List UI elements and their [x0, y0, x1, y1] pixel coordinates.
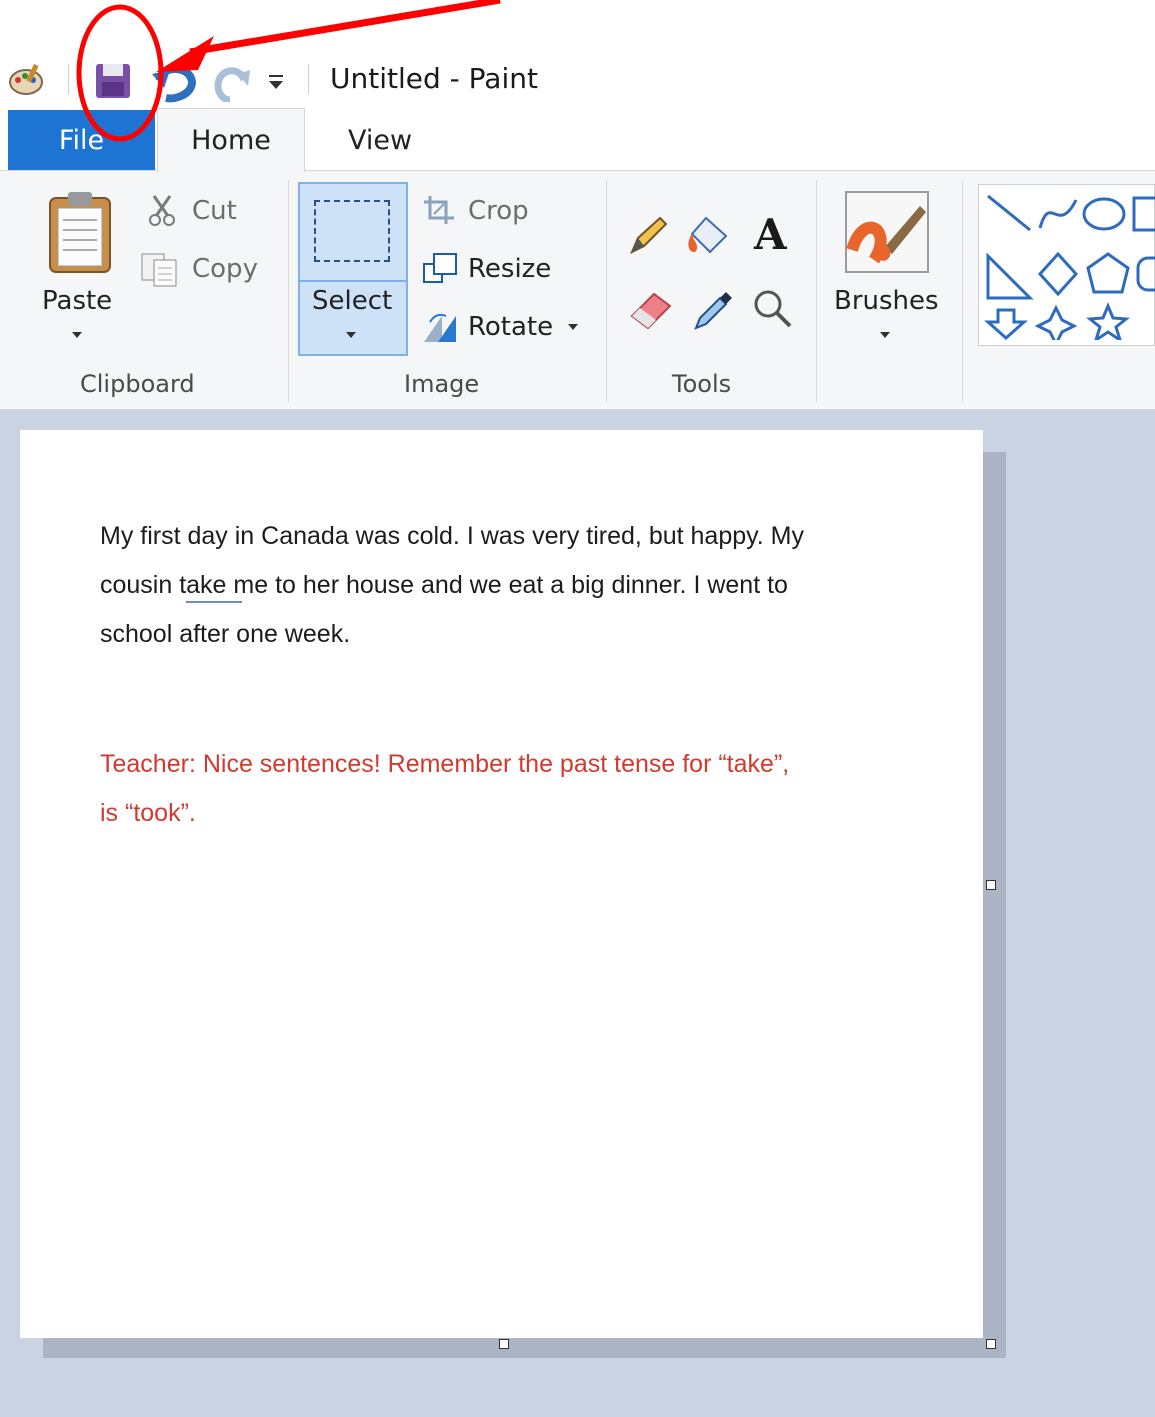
pointer-arrow-line	[189, 0, 501, 56]
brushes-dropdown-arrow[interactable]	[880, 332, 890, 338]
tab-home[interactable]: Home	[157, 108, 305, 172]
brushes-icon[interactable]	[844, 190, 930, 274]
scissors-icon	[149, 195, 175, 226]
rotate-icon	[424, 313, 456, 342]
resize-handle-corner[interactable]	[986, 1339, 996, 1349]
select-icon	[314, 200, 390, 262]
qat-separator	[68, 64, 69, 94]
fill-icon[interactable]	[686, 214, 734, 256]
resize-handle-bottom[interactable]	[499, 1339, 509, 1349]
select-label: Select	[312, 286, 393, 316]
redo-icon[interactable]	[210, 60, 250, 102]
window-title: Untitled - Paint	[330, 62, 538, 95]
customize-quick-access-icon[interactable]	[266, 72, 288, 92]
paste-label[interactable]: Paste	[42, 286, 112, 316]
group-separator	[816, 180, 817, 402]
tools-group-label: Tools	[672, 370, 732, 398]
paste-dropdown-arrow[interactable]	[72, 332, 82, 338]
teacher-comment-line: Teacher: Nice sentences! Remember the pa…	[100, 750, 790, 778]
brushes-label[interactable]: Brushes	[834, 286, 939, 316]
teacher-comment: Teacher: Nice sentences! Remember the pa…	[100, 740, 789, 838]
rotate-button[interactable]: Rotate	[468, 312, 553, 342]
magnifier-icon[interactable]	[752, 288, 794, 330]
teacher-comment-line: is “took”.	[100, 799, 196, 827]
tab-file[interactable]: File	[8, 110, 155, 170]
shapes-gallery-icons[interactable]	[984, 190, 1155, 340]
image-group-label: Image	[404, 370, 480, 398]
title-separator	[308, 64, 309, 94]
pencil-icon[interactable]	[628, 216, 668, 256]
paint-app-icon[interactable]	[8, 62, 44, 96]
resize-button[interactable]: Resize	[468, 254, 551, 284]
copy-icon	[141, 253, 177, 287]
rotate-dropdown-arrow[interactable]	[568, 324, 578, 330]
crop-button[interactable]: Crop	[468, 196, 529, 226]
tab-view[interactable]: View	[330, 110, 430, 170]
select-dropdown-arrow[interactable]	[346, 332, 356, 338]
select-split-line	[298, 280, 408, 282]
group-separator	[606, 180, 607, 402]
eraser-icon[interactable]	[628, 290, 674, 330]
clipboard-group-label: Clipboard	[80, 370, 195, 398]
crop-icon	[424, 196, 454, 224]
grammar-underline	[186, 601, 242, 603]
copy-button[interactable]: Copy	[192, 254, 258, 284]
student-text-line: school after one week.	[100, 620, 351, 648]
cut-button[interactable]: Cut	[192, 196, 237, 226]
resize-handle-right[interactable]	[986, 880, 996, 890]
student-text-line: My first day in Canada was cold. I was v…	[100, 522, 804, 550]
undo-icon[interactable]	[152, 58, 200, 104]
paste-icon[interactable]	[46, 190, 114, 274]
student-text: My first day in Canada was cold. I was v…	[100, 512, 804, 659]
text-icon[interactable]: A	[754, 210, 787, 259]
group-separator	[962, 180, 963, 402]
color-picker-icon[interactable]	[692, 288, 736, 330]
group-separator	[288, 180, 289, 402]
save-icon[interactable]	[94, 62, 134, 100]
resize-icon	[423, 253, 457, 283]
